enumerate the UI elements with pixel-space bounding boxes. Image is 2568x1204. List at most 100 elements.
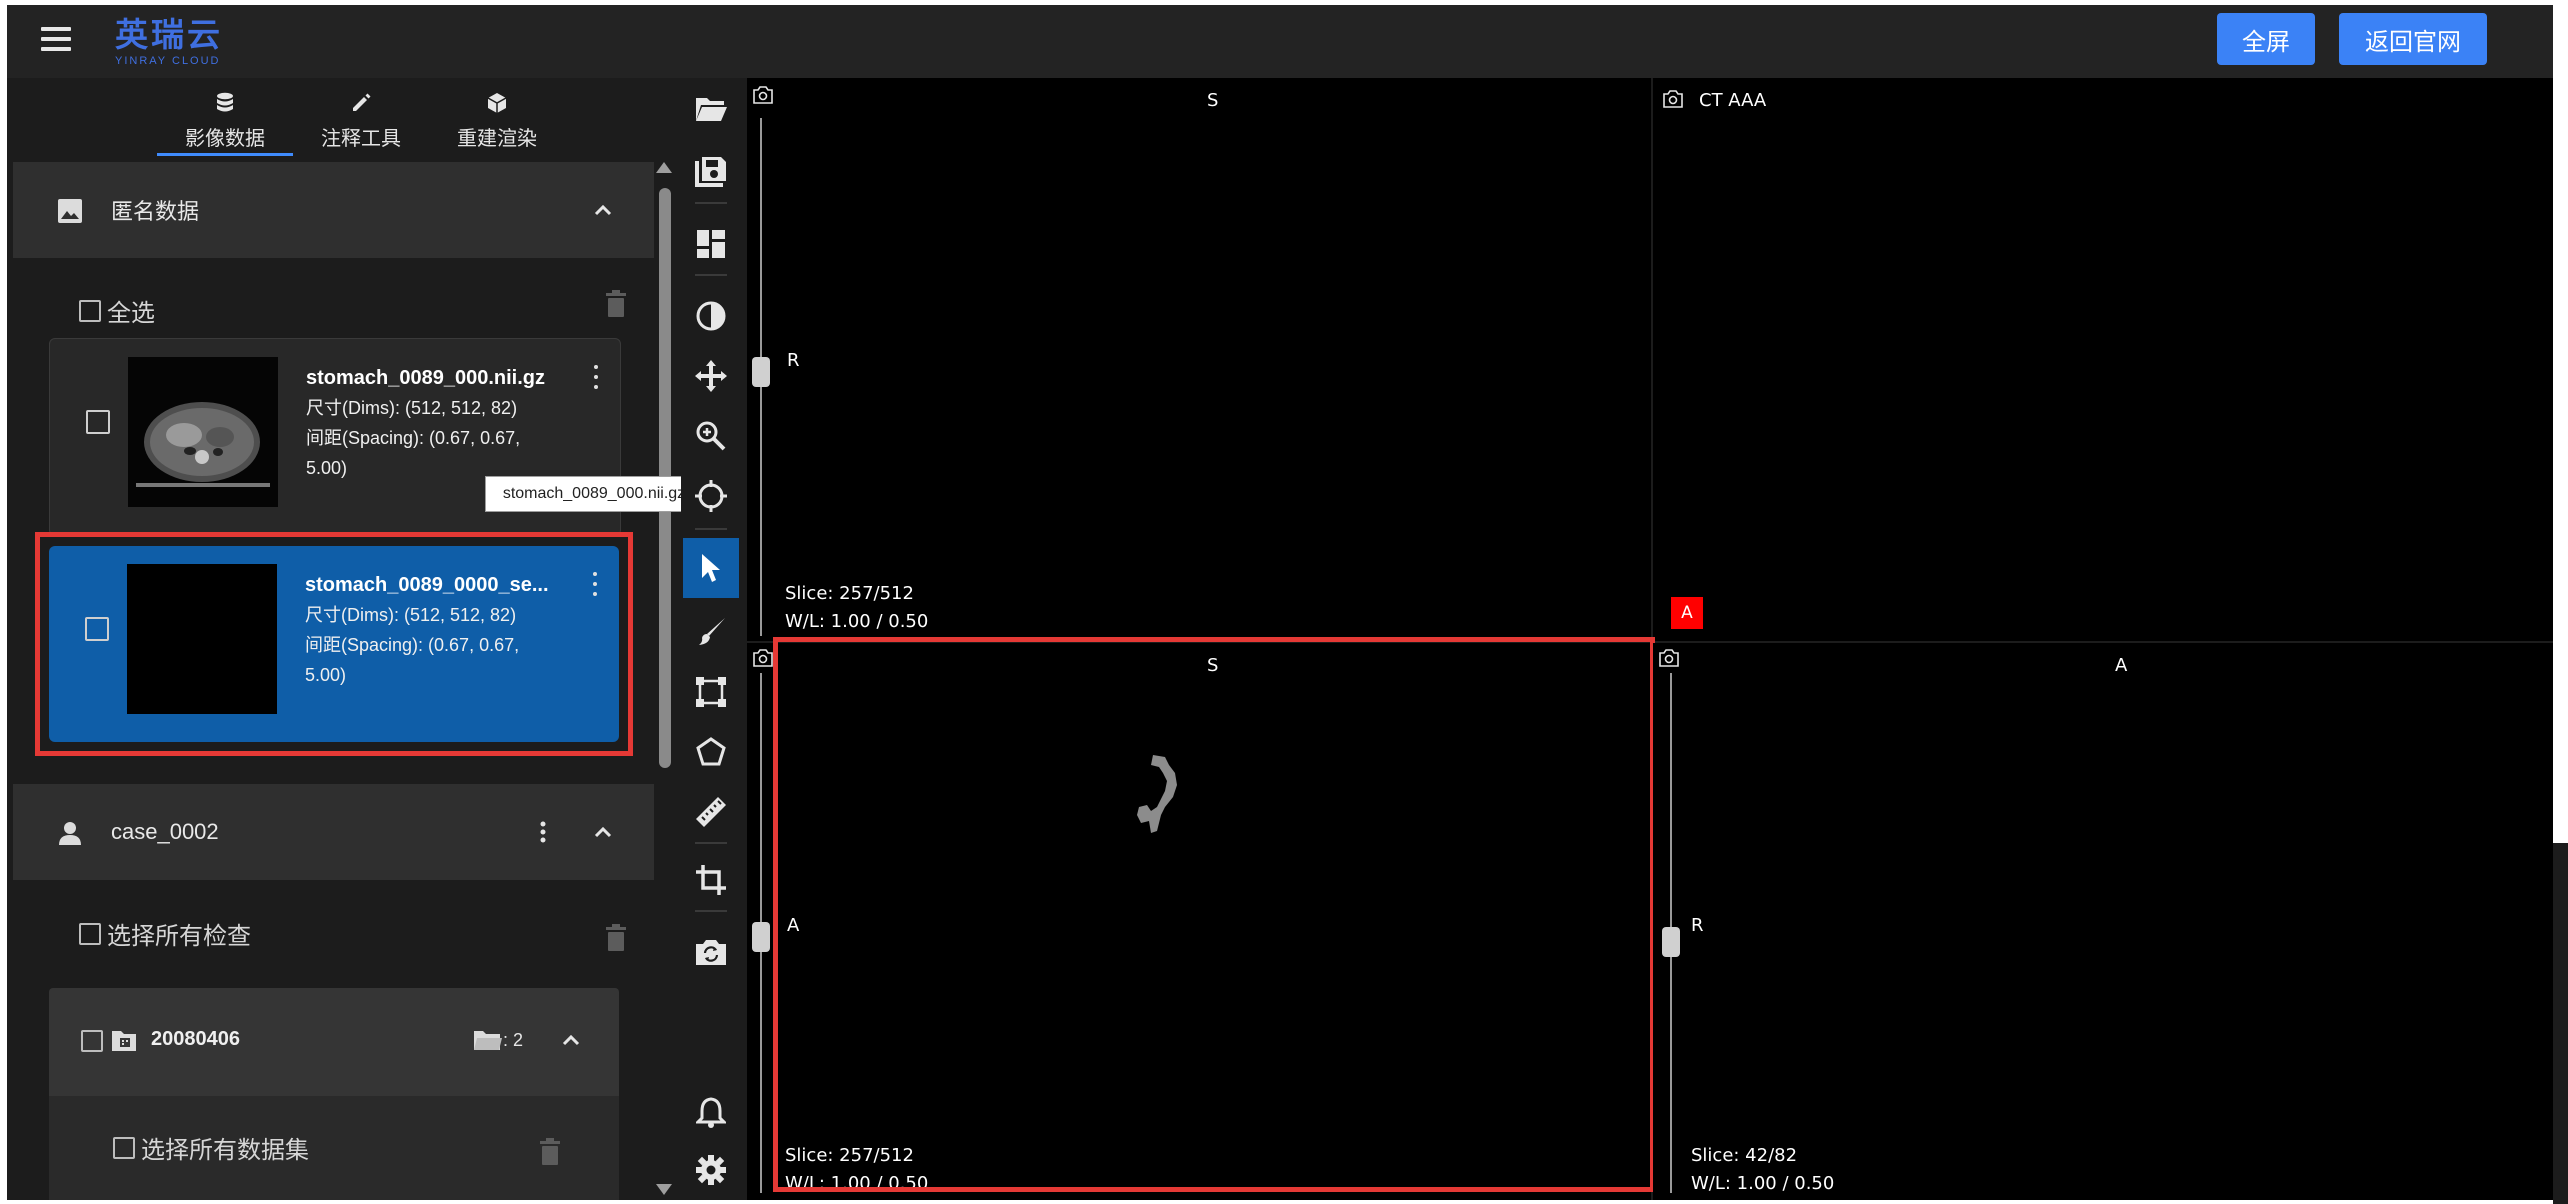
viewport-top-right[interactable]: CT AAA A [1653,78,2553,641]
scroll-down-arrow[interactable] [656,1184,672,1195]
pointer-icon[interactable] [683,538,739,598]
delete-icon[interactable] [539,1138,561,1166]
window-edge [2553,843,2568,1204]
tab-annotation-tools[interactable]: 注释工具 [293,86,429,156]
panel-tabs: 影像数据 注释工具 重建渲染 [157,86,565,156]
gear-icon[interactable] [689,1146,733,1194]
delete-icon[interactable] [605,924,627,952]
file-dims: 尺寸(Dims): (512, 512, 82) [306,398,518,418]
crosshair-icon[interactable] [689,472,733,520]
pencil-icon [350,92,372,114]
toolbar-divider [695,274,727,276]
ruler-icon[interactable] [689,788,733,836]
screenshot-icon[interactable] [753,649,773,667]
chevron-up-icon[interactable] [589,196,617,224]
select-all-studies-checkbox[interactable]: 选择所有检查 [79,916,251,951]
menu-icon[interactable] [41,27,71,51]
logo: 英瑞云 YINRAY CLOUD [115,17,223,68]
image-icon [57,198,83,224]
volume-label: CT AAA [1699,90,1767,111]
file-title: stomach_0089_0000_se... [305,574,549,596]
tab-reconstruction[interactable]: 重建渲染 [429,86,565,156]
slice-info: Slice: 42/82 [1691,1145,1798,1166]
checkbox[interactable] [113,1136,135,1159]
left-panel: 影像数据 注释工具 重建渲染 匿名数据 全选 stomach_0089_000.… [7,78,681,1200]
section-title: 匿名数据 [111,199,200,224]
top-bar: 英瑞云 YINRAY CLOUD 全屏 返回官网 [7,5,2553,78]
polygon-icon[interactable] [689,728,733,776]
tab-image-data[interactable]: 影像数据 [157,86,293,156]
case-section-header[interactable]: case_0002 [13,784,654,880]
mask-thumbnail [127,564,277,714]
slice-slider-handle[interactable] [752,357,770,387]
file-spacing: 间距(Spacing): (0.67, 0.67, [306,428,521,448]
scroll-up-arrow[interactable] [656,162,672,173]
database-icon [214,92,236,114]
zoom-icon[interactable] [689,412,733,460]
study-date: 20080406 [151,1028,240,1050]
chevron-up-icon[interactable] [589,818,617,846]
app-window: 英瑞云 YINRAY CLOUD 全屏 返回官网 影像数据 注释工具 重建渲染 … [7,5,2553,1200]
screenshot-icon[interactable] [1663,90,1683,108]
logo-subtext: YINRAY CLOUD [115,55,221,67]
screenshot-icon[interactable] [1659,649,1679,667]
checkbox[interactable] [79,299,101,322]
orientation-left: R [787,350,800,371]
select-all-label: 全选 [107,300,155,327]
study-count: : 2 [503,1030,524,1050]
fullscreen-button[interactable]: 全屏 [2217,13,2315,65]
contrast-icon[interactable] [689,292,733,340]
toolbar-divider [695,910,727,912]
orientation-top: A [2115,655,2128,676]
bounding-box-icon[interactable] [689,668,733,716]
bell-icon[interactable] [689,1088,733,1136]
tab-label: 重建渲染 [457,127,537,150]
select-all-datasets-checkbox[interactable]: 选择所有数据集 [113,1130,309,1165]
file-dims: 尺寸(Dims): (512, 512, 82) [305,605,517,625]
back-to-site-button[interactable]: 返回官网 [2339,13,2487,65]
camera-switch-icon[interactable] [689,928,733,976]
file-title: stomach_0089_000.nii.gz [306,367,546,389]
anon-section-header[interactable]: 匿名数据 [13,162,654,258]
brush-icon[interactable] [689,608,733,656]
file-checkbox[interactable] [86,410,110,434]
slice-info: Slice: 257/512 [785,583,914,604]
window-level-info: W/L: 1.00 / 0.50 [1691,1173,1835,1194]
window-level-info: W/L: 1.00 / 0.50 [785,611,929,632]
more-options-icon[interactable] [592,365,600,389]
checkbox[interactable] [79,922,101,945]
orientation-top: S [1207,655,1219,676]
viewport-top-left[interactable]: S R Slice: 257/512 W/L: 1.00 / 0.50 [747,78,1651,641]
study-checkbox[interactable] [81,1030,103,1052]
window-level-info: W/L: 1.00 / 0.50 [785,1173,929,1194]
calendar-folder-icon [111,1028,137,1057]
crop-icon[interactable] [689,856,733,904]
file-checkbox[interactable] [85,617,109,641]
layout-icon[interactable] [689,220,733,268]
ct-thumbnail [128,357,278,507]
move-icon[interactable] [689,352,733,400]
segmentation-mask [1137,755,1177,833]
tool-bar [681,78,741,1200]
file-card-selected[interactable]: stomach_0089_0000_se... 尺寸(Dims): (512, … [49,546,619,742]
toolbar-divider [695,202,727,204]
chevron-up-icon[interactable] [557,1026,585,1059]
orientation-badge[interactable]: A [1671,597,1703,629]
delete-icon[interactable] [605,290,627,318]
section-title: case_0002 [111,819,219,844]
viewport-bottom-right[interactable]: A R Slice: 42/82 W/L: 1.00 / 0.50 [1653,643,2553,1200]
save-icon[interactable] [689,148,733,196]
more-options-icon[interactable] [591,572,599,596]
study-header[interactable]: 20080406 : 2 [49,988,619,1096]
file-spacing-cont: 5.00) [305,665,347,685]
cube-icon [486,92,508,114]
screenshot-icon[interactable] [753,86,773,104]
slice-slider-handle[interactable] [1662,927,1680,957]
slice-slider-handle[interactable] [752,922,770,952]
viewport-bottom-left[interactable]: S A Slice: 257/512 W/L: 1.00 / 0.50 [747,643,1651,1200]
more-options-icon[interactable] [529,818,557,846]
filename-tooltip: stomach_0089_000.nii.gz [485,476,703,512]
folder-count-icon [473,1028,503,1057]
select-all-checkbox[interactable]: 全选 [79,293,155,328]
folder-open-icon[interactable] [689,85,733,133]
